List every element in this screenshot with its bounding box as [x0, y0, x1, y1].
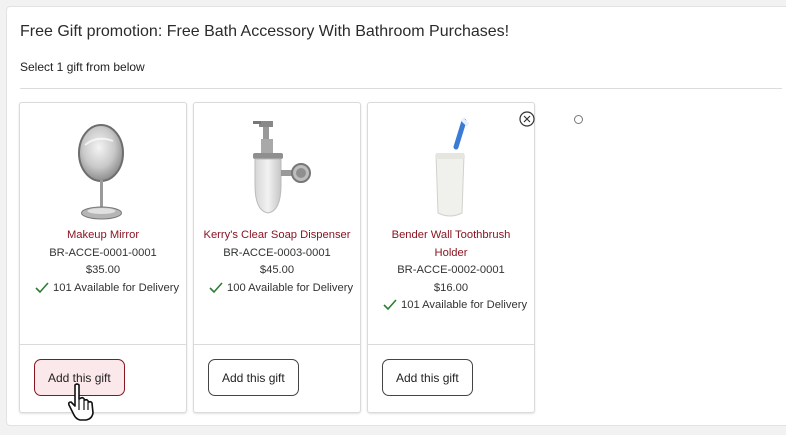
- soap-dispenser-image: [194, 111, 360, 223]
- availability-text: 100 Available for Delivery: [227, 281, 354, 294]
- gift-availability: 101 Available for Delivery: [368, 297, 534, 315]
- card-divider: [194, 344, 360, 345]
- card-divider: [368, 344, 534, 345]
- gift-card-toothbrush-holder: Bender Wall Toothbrush Holder BR-ACCE-00…: [367, 102, 535, 413]
- availability-text: 101 Available for Delivery: [401, 299, 528, 311]
- availability-text: 101 Available for Delivery: [53, 281, 180, 294]
- toothbrush-holder-image: [368, 111, 534, 223]
- gift-name[interactable]: Makeup Mirror: [20, 227, 186, 245]
- hand-pointer-cursor-icon: [67, 383, 94, 421]
- gift-availability: 100 Available for Delivery: [194, 280, 360, 298]
- promotion-subtitle: Select 1 gift from below: [20, 60, 145, 74]
- gift-price: $35.00: [85, 264, 121, 276]
- gift-sku: BR-ACCE-0002-0001: [397, 264, 505, 276]
- check-icon: [35, 281, 49, 293]
- card-divider: [20, 344, 186, 345]
- makeup-mirror-image: [20, 111, 186, 223]
- gift-availability: 101 Available for Delivery: [20, 280, 186, 298]
- gift-sku: BR-ACCE-0001-0001: [49, 246, 157, 259]
- promotion-title: Free Gift promotion: Free Bath Accessory…: [20, 23, 510, 40]
- close-icon[interactable]: [519, 111, 535, 127]
- gift-name[interactable]: Kerry's Clear Soap Dispenser: [194, 227, 360, 245]
- radio-button[interactable]: [574, 115, 583, 124]
- divider: [20, 88, 782, 89]
- check-icon: [209, 281, 223, 293]
- add-gift-button[interactable]: Add this gift: [382, 359, 473, 396]
- gift-card-makeup-mirror: Makeup Mirror BR-ACCE-0001-0001 $35.00 1…: [19, 102, 187, 413]
- check-icon: [383, 299, 397, 311]
- add-gift-button[interactable]: Add this gift: [208, 359, 299, 396]
- gift-sku: BR-ACCE-0003-0001: [223, 246, 331, 259]
- gift-card-soap-dispenser: Kerry's Clear Soap Dispenser BR-ACCE-000…: [193, 102, 361, 413]
- gift-promotion-panel: Free Gift promotion: Free Bath Accessory…: [6, 6, 786, 426]
- gift-price: $16.00: [433, 281, 469, 294]
- gift-price: $45.00: [259, 264, 295, 276]
- gift-name[interactable]: Bender Wall Toothbrush Holder: [368, 227, 534, 262]
